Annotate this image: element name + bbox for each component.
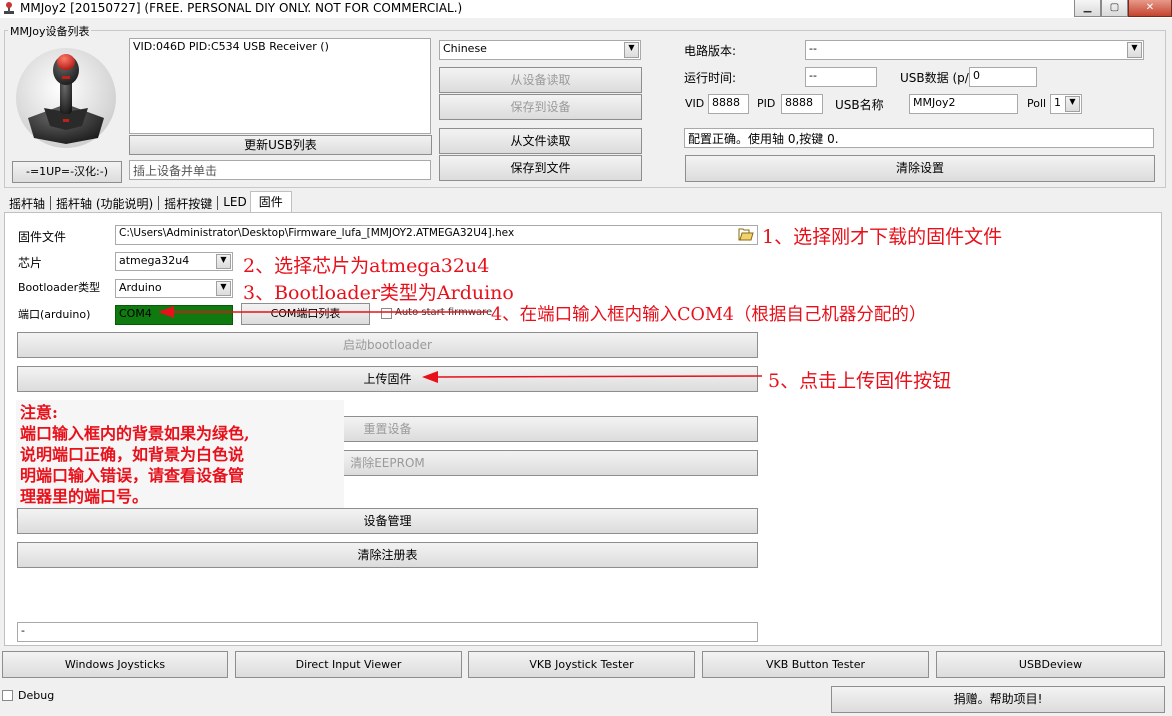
- pid-field[interactable]: 8888: [781, 94, 823, 114]
- maximize-icon[interactable]: ▢: [1101, 0, 1128, 17]
- language-value: Chinese: [443, 42, 487, 55]
- poll-select[interactable]: 1 ▼: [1050, 94, 1082, 114]
- tab-separator: [50, 196, 52, 210]
- note-line: 明端口输入错误，请查看设备管: [20, 466, 245, 485]
- title-bar: MMJoy2 [20150727] (FREE. PERSONAL DIY ON…: [0, 0, 1172, 18]
- about-button[interactable]: -=1UP=-汉化:-): [12, 161, 122, 183]
- joystick-logo-icon: [16, 48, 116, 148]
- log-field: -: [17, 622, 758, 642]
- list-item[interactable]: VID:046D PID:C534 USB Receiver (): [133, 40, 427, 53]
- step4-arrow: [158, 306, 488, 318]
- chevron-down-icon[interactable]: ▼: [216, 254, 231, 269]
- read-from-device-button[interactable]: 从设备读取: [439, 67, 642, 93]
- bootloader-label: Bootloader类型: [18, 281, 101, 294]
- hint-field: 插上设备并单击: [129, 160, 431, 180]
- start-bootloader-button[interactable]: 启动bootloader: [17, 332, 758, 358]
- chevron-down-icon[interactable]: ▼: [1065, 96, 1080, 112]
- note-title: 注意:: [20, 403, 58, 422]
- bootloader-select[interactable]: Arduino ▼: [115, 279, 233, 298]
- usb-data-field: 0: [969, 67, 1037, 87]
- clear-registry-button[interactable]: 清除注册表: [17, 542, 758, 568]
- annotation-step2: 2、选择芯片为atmega32u4: [243, 255, 490, 277]
- device-group-label: MMJoy设备列表: [8, 23, 92, 39]
- tab-buttons[interactable]: 摇杆按键: [161, 192, 215, 212]
- usb-name-label: USB名称: [835, 98, 884, 112]
- uptime-field: --: [805, 67, 877, 87]
- usb-name-field[interactable]: MMJoy2: [909, 94, 1018, 114]
- window-title: MMJoy2 [20150727] (FREE. PERSONAL DIY ON…: [20, 1, 463, 15]
- chevron-down-icon[interactable]: ▼: [216, 281, 231, 296]
- tab-led[interactable]: LED: [220, 192, 250, 212]
- device-manager-button[interactable]: 设备管理: [17, 508, 758, 534]
- minimize-icon[interactable]: ▁: [1074, 0, 1101, 17]
- refresh-usb-list-button[interactable]: 更新USB列表: [129, 135, 432, 155]
- close-icon[interactable]: ✕: [1128, 0, 1172, 17]
- annotation-step5: 5、点击上传固件按钮: [768, 370, 952, 392]
- poll-value: 1: [1054, 96, 1061, 109]
- annotation-step4: 4、在端口输入框内输入COM4（根据自己机器分配的）: [491, 305, 927, 325]
- tab-separator: [158, 196, 160, 210]
- port-label: 端口(arduino): [18, 308, 91, 321]
- vid-field[interactable]: 8888: [708, 94, 749, 114]
- donate-button[interactable]: 捐赠。帮助项目!: [831, 686, 1165, 713]
- note-line: 端口输入框内的背景如果为绿色,: [20, 424, 250, 443]
- chevron-down-icon[interactable]: ▼: [624, 42, 639, 58]
- poll-label: Poll: [1027, 97, 1047, 110]
- uptime-label: 运行时间:: [684, 71, 737, 85]
- note-line: 说明端口正确，如背景为白色说: [20, 445, 245, 464]
- vid-label: VID: [685, 97, 705, 110]
- tab-separator: [217, 196, 219, 210]
- annotation-step3: 3、Bootloader类型为Arduino: [243, 282, 514, 304]
- vkb-button-tester-button[interactable]: VKB Button Tester: [702, 651, 929, 678]
- board-version-select[interactable]: -- ▼: [805, 40, 1144, 60]
- firmware-file-field[interactable]: C:\Users\Administrator\Desktop\Firmware_…: [115, 225, 758, 245]
- board-version-value: --: [809, 42, 817, 55]
- tab-axes[interactable]: 摇杆轴: [6, 192, 48, 212]
- read-from-file-button[interactable]: 从文件读取: [439, 128, 642, 154]
- annotation-step1: 1、选择刚才下载的固件文件: [762, 226, 1003, 248]
- firmware-file-path: C:\Users\Administrator\Desktop\Firmware_…: [119, 227, 515, 239]
- pid-label: PID: [757, 97, 776, 110]
- tab-axes-help[interactable]: 摇杆轴 (功能说明): [53, 192, 156, 212]
- note-line: 理器里的端口号。: [20, 487, 149, 506]
- tab-bar: 摇杆轴 摇杆轴 (功能说明) 摇杆按键 LED 固件: [6, 191, 292, 213]
- firmware-file-label: 固件文件: [18, 230, 67, 244]
- device-list[interactable]: VID:046D PID:C534 USB Receiver (): [129, 38, 431, 134]
- tab-firmware[interactable]: 固件: [249, 191, 292, 213]
- debug-checkbox[interactable]: [2, 690, 13, 701]
- step5-arrow: [422, 371, 762, 383]
- usbdeview-button[interactable]: USBDeview: [936, 651, 1165, 678]
- usb-data-label: USB数据 (p/s: [900, 71, 976, 85]
- save-to-device-button[interactable]: 保存到设备: [439, 94, 642, 120]
- joystick-app-icon: [4, 2, 14, 14]
- open-folder-icon[interactable]: [738, 227, 754, 242]
- bootloader-value: Arduino: [119, 281, 162, 294]
- language-select[interactable]: Chinese ▼: [439, 40, 641, 60]
- chevron-down-icon[interactable]: ▼: [1127, 42, 1142, 58]
- debug-label: Debug: [18, 689, 55, 702]
- direct-input-viewer-button[interactable]: Direct Input Viewer: [235, 651, 462, 678]
- window-controls: ▁ ▢ ✕: [1074, 0, 1172, 17]
- windows-joysticks-button[interactable]: Windows Joysticks: [2, 651, 228, 678]
- board-version-label: 电路版本:: [684, 44, 737, 58]
- chip-select[interactable]: atmega32u4 ▼: [115, 252, 233, 271]
- chip-label: 芯片: [18, 256, 43, 270]
- save-to-file-button[interactable]: 保存到文件: [439, 155, 642, 181]
- clear-settings-button[interactable]: 清除设置: [685, 155, 1155, 182]
- note-box: 注意: 端口输入框内的背景如果为绿色, 说明端口正确，如背景为白色说 明端口输入…: [16, 400, 344, 518]
- status-field: 配置正确。使用轴 0,按键 0.: [684, 128, 1154, 148]
- chip-value: atmega32u4: [119, 254, 190, 267]
- vkb-joystick-tester-button[interactable]: VKB Joystick Tester: [468, 651, 695, 678]
